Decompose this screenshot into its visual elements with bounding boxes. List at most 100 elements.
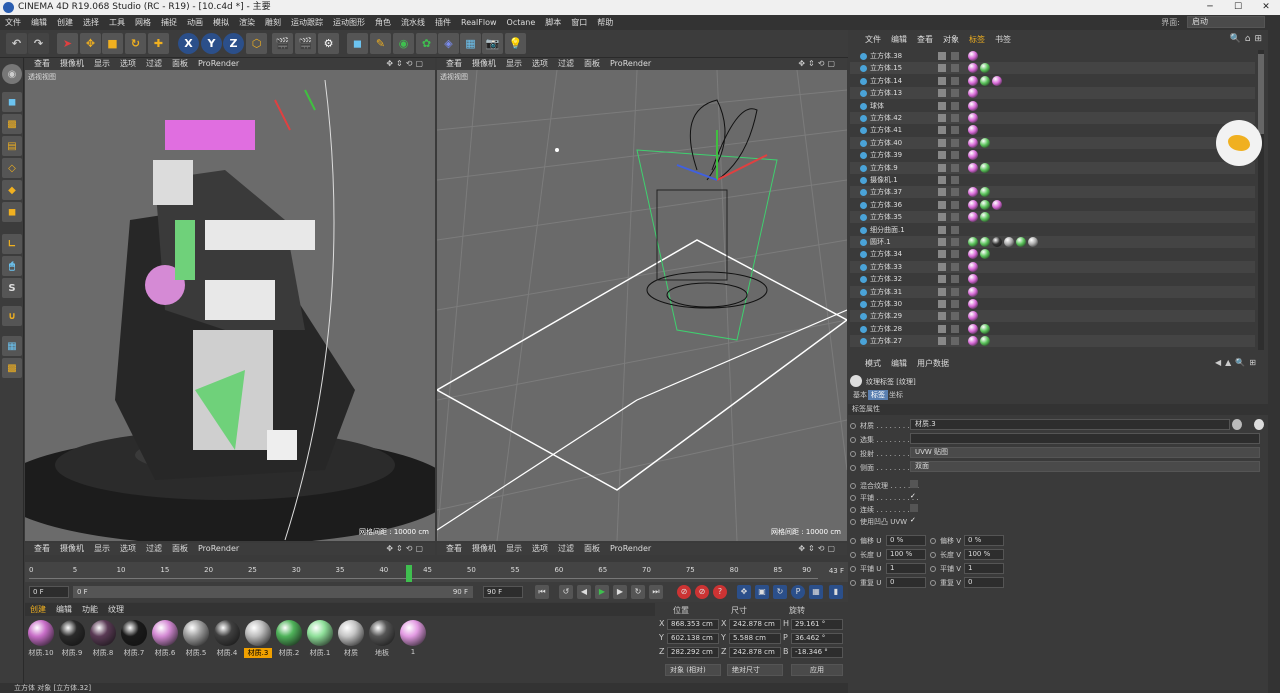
length-v-field[interactable]: 100 % <box>964 549 1004 560</box>
coordinate-system-icon[interactable]: ⬡ <box>246 33 267 54</box>
object-row[interactable]: 摄像机.1 <box>850 174 1255 186</box>
make-editable-icon[interactable]: ◉ <box>2 64 22 84</box>
deformer-icon[interactable]: ◈ <box>438 33 459 54</box>
menu-character[interactable]: 角色 <box>370 15 396 30</box>
visibility-toggle[interactable] <box>951 213 959 222</box>
snap-icon[interactable]: S <box>2 278 22 298</box>
material-tab-texture[interactable]: 纹理 <box>103 603 129 616</box>
visibility-toggle[interactable] <box>951 287 959 296</box>
viewport-menu-cameras[interactable]: 摄像机 <box>55 543 89 555</box>
menu-sculpt[interactable]: 雕刻 <box>260 15 286 30</box>
x-axis-lock[interactable]: X <box>178 33 199 54</box>
menu-animate[interactable]: 动画 <box>182 15 208 30</box>
object-name[interactable]: 立方体.35 <box>870 211 902 223</box>
viewport-nav-icons[interactable]: ✥⇕⟲▢ <box>381 58 431 70</box>
object-name[interactable]: 立方体.13 <box>870 87 902 99</box>
viewport-nav-icons[interactable]: ✥⇕⟲▢ <box>381 543 431 555</box>
texture-tag-icon[interactable] <box>968 311 978 322</box>
menu-snap[interactable]: 捕捉 <box>156 15 182 30</box>
go-to-end-icon[interactable]: ⏭ <box>649 585 663 599</box>
length-u-field[interactable]: 100 % <box>886 549 926 560</box>
object-row[interactable]: 立方体.34 <box>850 248 1255 260</box>
material-swatch[interactable]: 材质.6 <box>151 620 179 660</box>
texture-tag-icon[interactable] <box>980 187 990 198</box>
viewport-nav-icons[interactable]: ✥⇕⟲▢ <box>793 543 843 555</box>
object-name[interactable]: 摄像机.1 <box>870 174 898 186</box>
size-field[interactable]: 242.878 cm <box>729 647 781 658</box>
texture-tag-icon[interactable] <box>992 199 1002 210</box>
om-menu-file[interactable]: 文件 <box>860 33 886 47</box>
texture-tag-icon[interactable] <box>968 150 978 161</box>
texture-tag-icon[interactable] <box>980 199 990 210</box>
object-name[interactable]: 细分曲面.1 <box>870 224 905 236</box>
object-row[interactable]: 细分曲面.1 <box>850 224 1255 236</box>
render-settings-icon[interactable]: ⚙ <box>318 33 339 54</box>
menu-window[interactable]: 窗口 <box>566 15 592 30</box>
material-swatch[interactable]: 材质.10 <box>27 620 55 660</box>
layer-checkbox[interactable] <box>938 114 946 122</box>
object-row[interactable]: 立方体.38 <box>850 50 1255 62</box>
layer-checkbox[interactable] <box>938 101 946 110</box>
magnet-icon[interactable]: ∪ <box>2 306 22 326</box>
layer-checkbox[interactable] <box>938 188 946 197</box>
right-side-tabs[interactable] <box>1268 30 1280 693</box>
am-menu-userdata[interactable]: 用户数据 <box>912 357 954 371</box>
visibility-toggle[interactable] <box>951 52 959 60</box>
menu-script[interactable]: 脚本 <box>540 15 566 30</box>
visibility-toggle[interactable] <box>951 176 959 184</box>
visibility-toggle[interactable] <box>951 101 959 110</box>
viewport-menu-options[interactable]: 选项 <box>527 58 553 70</box>
menu-tools[interactable]: 工具 <box>104 15 130 30</box>
object-name[interactable]: 立方体.33 <box>870 261 902 273</box>
layer-checkbox[interactable] <box>938 225 946 234</box>
visibility-toggle[interactable] <box>951 300 959 308</box>
object-name[interactable]: 球体 <box>870 100 884 112</box>
object-row[interactable]: 立方体.30 <box>850 298 1255 310</box>
viewport-menu-filter[interactable]: 过滤 <box>553 58 579 70</box>
menu-octane[interactable]: Octane <box>502 15 541 30</box>
previous-key-icon[interactable]: ↺ <box>559 585 573 599</box>
viewport-menu-options[interactable]: 选项 <box>115 543 141 555</box>
texture-tag-icon[interactable] <box>968 75 978 86</box>
material-swatch[interactable]: 材质.2 <box>275 620 303 660</box>
om-menu-edit[interactable]: 编辑 <box>886 33 912 47</box>
polygons-mode-icon[interactable]: ◼ <box>2 202 22 222</box>
mix-checkbox[interactable] <box>910 480 918 488</box>
am-menu-edit[interactable]: 编辑 <box>886 357 912 371</box>
menu-mograph[interactable]: 运动图形 <box>328 15 370 30</box>
y-axis-lock[interactable]: Y <box>201 33 222 54</box>
material-tab-create[interactable]: 创建 <box>25 603 51 616</box>
texture-tag-icon[interactable] <box>1016 237 1026 247</box>
object-row[interactable]: 立方体.29 <box>850 310 1255 323</box>
texture-tag-icon[interactable] <box>992 75 1002 86</box>
floor-icon[interactable]: ▦ <box>460 33 481 54</box>
object-row[interactable]: 立方体.37 <box>850 186 1255 199</box>
repeat-u-field[interactable]: 0 <box>886 577 926 588</box>
texture-tag-icon[interactable] <box>968 299 978 309</box>
auto-keying-icon[interactable]: ⊘ <box>695 585 709 599</box>
object-row[interactable]: 立方体.40 <box>850 136 1255 149</box>
viewport-menu-filter[interactable]: 过滤 <box>141 58 167 70</box>
repeat-v-field[interactable]: 0 <box>964 577 1004 588</box>
menu-render[interactable]: 渲染 <box>234 15 260 30</box>
object-row[interactable]: 立方体.14 <box>850 75 1255 87</box>
visibility-toggle[interactable] <box>951 89 959 98</box>
texture-tag-icon[interactable] <box>968 187 978 198</box>
material-link-field[interactable]: 材质.3 <box>910 419 1230 430</box>
texture-tag-icon[interactable] <box>980 137 990 148</box>
texture-tag-icon[interactable] <box>1004 237 1014 247</box>
layer-checkbox[interactable] <box>938 238 946 246</box>
texture-tag-icon[interactable] <box>992 237 1002 247</box>
menu-file[interactable]: 文件 <box>0 15 26 30</box>
offset-u-field[interactable]: 0 % <box>886 535 926 546</box>
am-nav-icons[interactable]: ◀▲🔍⊞ <box>1215 358 1260 367</box>
layer-checkbox[interactable] <box>938 250 946 259</box>
light-icon[interactable]: 💡 <box>505 33 526 54</box>
material-swatch[interactable]: 材质.7 <box>120 620 148 660</box>
select-cursor-icon[interactable]: ➤ <box>57 33 78 54</box>
material-clear-icon[interactable] <box>1254 419 1264 430</box>
move-icon[interactable]: ✥ <box>80 33 101 54</box>
layer-checkbox[interactable] <box>938 64 946 73</box>
layer-checkbox[interactable] <box>938 213 946 222</box>
texture-tag-icon[interactable] <box>968 100 978 111</box>
